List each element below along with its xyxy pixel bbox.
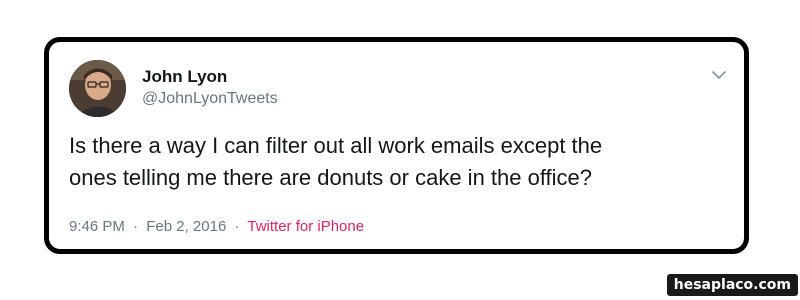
tweet-meta: 9:46 PM · Feb 2, 2016 · Twitter for iPho… bbox=[69, 218, 364, 235]
tweet-text-line: Is there a way I can filter out all work… bbox=[69, 133, 603, 158]
tweet-time[interactable]: 9:46 PM bbox=[69, 218, 125, 235]
avatar[interactable] bbox=[69, 60, 126, 117]
author-handle[interactable]: @JohnLyonTweets bbox=[142, 90, 278, 108]
screenshot-stage: John Lyon @JohnLyonTweets Is there a way… bbox=[0, 0, 800, 300]
tweet-source-link[interactable]: Twitter for iPhone bbox=[247, 218, 364, 235]
tweet-date[interactable]: Feb 2, 2016 bbox=[146, 218, 226, 235]
chevron-down-icon[interactable] bbox=[710, 66, 728, 84]
author-name[interactable]: John Lyon bbox=[142, 67, 227, 87]
tweet-card: John Lyon @JohnLyonTweets Is there a way… bbox=[44, 37, 749, 254]
meta-separator: · bbox=[133, 218, 139, 235]
watermark: hesaplaco.com bbox=[666, 274, 798, 296]
tweet-text-line: ones telling me there are donuts or cake… bbox=[69, 165, 593, 190]
avatar-image bbox=[69, 60, 126, 117]
tweet-text: Is there a way I can filter out all work… bbox=[69, 130, 719, 194]
meta-separator: · bbox=[234, 218, 240, 235]
